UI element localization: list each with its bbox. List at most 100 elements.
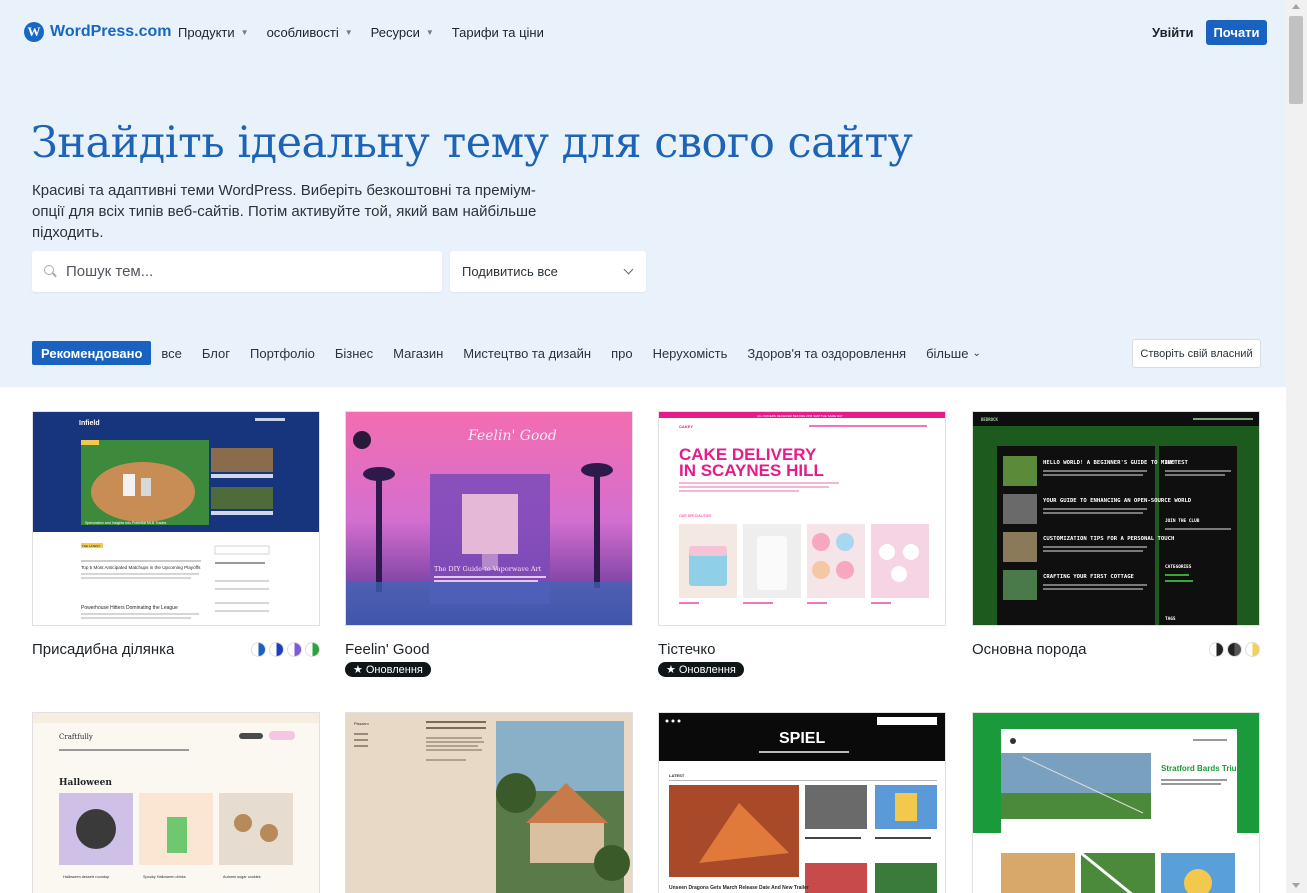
cake-preview: ALL ORDERS RECEIVED BEFORE 2PM SHIP THE … <box>659 412 945 625</box>
bedrock-preview: BEDROCK HELLO WORLD! A BEGINNER'S GUIDE … <box>973 412 1259 625</box>
theme-preview-image[interactable]: SPIEL LATEST Unseen Dragons Gets March R… <box>658 712 946 893</box>
infield-preview: Infield Speculation and Insights into Po… <box>33 412 319 625</box>
tab-health-wellness[interactable]: Здоров'я та оздоровлення <box>737 341 916 365</box>
theme-card[interactable]: Stratford Bards Triumph in Sonnet Park <box>972 712 1260 893</box>
preview-post-1: Top 5 Most Anticipated Matchups in the U… <box>81 565 201 570</box>
main-menu: Продукти ▼ особливості ▼ Ресурси ▼ Тарифи т… <box>178 25 544 40</box>
menu-item-label: Тарифи та ціни <box>451 25 544 40</box>
style-swatch[interactable] <box>1245 641 1260 657</box>
search-input[interactable] <box>66 263 426 280</box>
theme-card[interactable]: SPIEL LATEST Unseen Dragons Gets March R… <box>658 712 946 893</box>
filter-dropdown[interactable]: Подивитись все <box>450 251 646 292</box>
preview-script-title: Feelin' Good <box>467 428 557 444</box>
tab-real-estate[interactable]: Нерухомість <box>643 341 738 365</box>
hero-section: W WordPress.com Продукти ▼ особливості ▼ Р… <box>0 0 1286 387</box>
preview-caption: The DIY Guide to Vaporwave Art <box>434 565 542 573</box>
theme-preview-image[interactable]: ALL ORDERS RECEIVED BEFORE 2PM SHIP THE … <box>658 411 946 626</box>
theme-card[interactable]: Pissarro <box>345 712 633 893</box>
preview-sidebar-heading: CATEGORIES <box>1165 564 1192 570</box>
preview-sidebar-heading: JOIN THE CLUB <box>1165 518 1200 524</box>
preview-headline: Unseen Dragons Gets March Release Date A… <box>669 885 809 891</box>
preview-item: Spooky Halloween drinks <box>143 875 186 879</box>
tab-more-label: більше <box>926 345 969 361</box>
theme-preview-image[interactable]: BEDROCK HELLO WORLD! A BEGINNER'S GUIDE … <box>972 411 1260 626</box>
preview-brand: Craftfully <box>59 733 93 741</box>
scroll-down-arrow-icon[interactable] <box>1292 883 1300 888</box>
theme-preview-image[interactable]: Pissarro <box>345 712 633 893</box>
tab-portfolio[interactable]: Портфоліо <box>240 341 325 365</box>
style-swatch[interactable] <box>1209 641 1224 657</box>
menu-item-label: Продукти <box>178 25 235 40</box>
preview-section-label: OUR SPECIALITIES <box>679 514 712 518</box>
tab-more[interactable]: більше ⌄ <box>916 341 991 365</box>
menu-item-features[interactable]: особливості ▼ <box>267 25 353 40</box>
preview-brand: CAKEY <box>679 424 693 429</box>
preview-sidebar-heading: TAGS <box>1165 616 1176 622</box>
preview-item: Autumn sugar cookies <box>223 875 261 879</box>
theme-search[interactable] <box>32 251 442 292</box>
caret-down-icon: ▼ <box>425 28 434 37</box>
theme-card[interactable]: Craftfully Halloween Halloween dessert r… <box>32 712 320 893</box>
tab-about[interactable]: про <box>601 341 643 365</box>
tab-art-design[interactable]: Мистецтво та дизайн <box>453 341 601 365</box>
theme-preview-image[interactable]: Craftfully Halloween Halloween dessert r… <box>32 712 320 893</box>
filter-selected-value: Подивитись все <box>462 264 558 279</box>
create-your-own-button[interactable]: Створіть свій власний <box>1132 339 1261 368</box>
theme-card[interactable]: Feelin' Good The DIY Guide to Vaporwave … <box>345 411 633 678</box>
search-icon <box>44 264 58 279</box>
tab-business[interactable]: Бізнес <box>325 341 383 365</box>
feelin-good-preview: Feelin' Good The DIY Guide to Vaporwave … <box>346 412 632 625</box>
preview-post-2: Powerhouse Hitters Dominating the League <box>81 605 178 611</box>
tab-store[interactable]: Магазин <box>383 341 453 365</box>
menu-item-pricing[interactable]: Тарифи та ціни <box>452 25 544 40</box>
style-swatch[interactable] <box>287 641 302 657</box>
sports-preview: Stratford Bards Triumph in Sonnet Park <box>973 713 1259 893</box>
spiel-preview: SPIEL LATEST Unseen Dragons Gets March R… <box>659 713 945 893</box>
updated-badge: ★ Оновлення <box>345 662 431 677</box>
theme-card-footer: Присадибна ділянка <box>32 640 320 658</box>
menu-item-label: особливості <box>266 25 339 40</box>
menu-item-label: Ресурси <box>370 25 420 40</box>
theme-name[interactable]: Присадибна ділянка <box>32 641 174 658</box>
theme-name[interactable]: Основна порода <box>972 641 1086 658</box>
style-swatch[interactable] <box>305 641 320 657</box>
scroll-up-arrow-icon[interactable] <box>1292 4 1300 9</box>
preview-post-title: YOUR GUIDE TO ENHANCING AN OPEN-SOURCE W… <box>1043 498 1192 504</box>
theme-name[interactable]: Feelin' Good <box>345 641 430 658</box>
style-swatch[interactable] <box>251 641 266 657</box>
tab-all[interactable]: все <box>151 341 192 365</box>
chevron-down-icon <box>623 264 634 275</box>
get-started-button[interactable]: Почати <box>1206 20 1267 45</box>
theme-preview-image[interactable]: Feelin' Good The DIY Guide to Vaporwave … <box>345 411 633 626</box>
vertical-scrollbar[interactable] <box>1286 0 1307 893</box>
theme-card[interactable]: ALL ORDERS RECEIVED BEFORE 2PM SHIP THE … <box>658 411 946 678</box>
style-swatch[interactable] <box>1227 641 1242 657</box>
theme-card[interactable]: BEDROCK HELLO WORLD! A BEGINNER'S GUIDE … <box>972 411 1260 658</box>
chevron-down-icon: ⌄ <box>972 347 981 359</box>
preview-section-label: LATEST <box>669 773 685 778</box>
tab-blog[interactable]: Блог <box>192 341 240 365</box>
preview-banner: ALL ORDERS RECEIVED BEFORE 2PM SHIP THE … <box>757 414 843 418</box>
preview-brand: Pissarro <box>354 721 369 726</box>
page-subtitle: Красиві та адаптивні теми WordPress. Виб… <box>32 182 537 241</box>
login-link[interactable]: Увійти <box>1152 25 1194 40</box>
page-title: Знайдіть ідеальну тему для свого сайту <box>31 118 913 168</box>
logo[interactable]: W WordPress.com <box>24 22 172 42</box>
logo-text: WordPress.com <box>50 23 172 40</box>
category-tabs: Рекомендовано все Блог Портфоліо Бізнес … <box>32 341 991 365</box>
preview-brand: BEDROCK <box>981 417 998 422</box>
tab-recommended[interactable]: Рекомендовано <box>32 341 152 365</box>
theme-card-footer: Основна порода <box>972 640 1260 658</box>
theme-name[interactable]: Тістечко <box>658 641 715 658</box>
theme-preview-image[interactable]: Infield Speculation and Insights into Po… <box>32 411 320 626</box>
updated-badge-label: Оновлення <box>365 663 423 676</box>
theme-preview-image[interactable]: Stratford Bards Triumph in Sonnet Park <box>972 712 1260 893</box>
style-variations <box>1209 641 1260 657</box>
preview-feature: Speculation and Insights into Potential … <box>85 521 167 525</box>
menu-item-resources[interactable]: Ресурси ▼ <box>371 25 434 40</box>
preview-post-title: CRAFTING YOUR FIRST COTTAGE <box>1043 574 1134 580</box>
style-swatch[interactable] <box>269 641 284 657</box>
scrollbar-thumb[interactable] <box>1289 16 1303 104</box>
theme-card[interactable]: Infield Speculation and Insights into Po… <box>32 411 320 658</box>
menu-item-products[interactable]: Продукти ▼ <box>178 25 249 40</box>
